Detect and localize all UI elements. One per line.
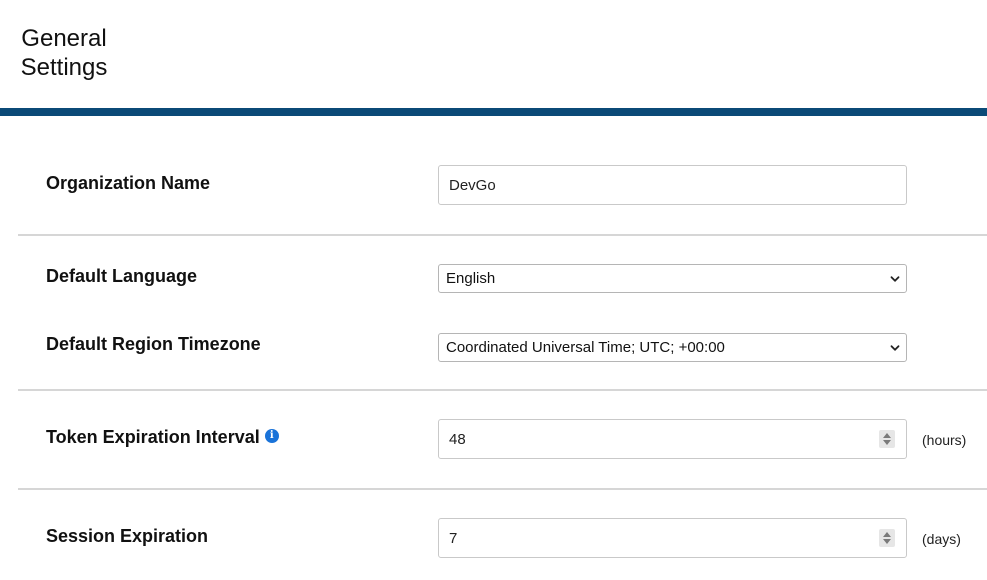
session-expiration-label-text: Session Expiration [46, 526, 209, 546]
token-expiration-interval-value: 48 [449, 430, 466, 448]
decrement-arrow-icon[interactable] [883, 440, 891, 445]
number-stepper[interactable] [879, 430, 895, 448]
default-region-timezone-selected-value: Coordinated Universal Time; UTC; +00:00 [446, 339, 725, 356]
section-divider [18, 488, 987, 490]
increment-arrow-icon[interactable] [883, 532, 891, 537]
default-language-select[interactable]: English [438, 264, 907, 293]
organization-name-value: DevGo [449, 176, 496, 194]
chevron-down-icon [890, 344, 900, 351]
page-title: General Settings [9, 24, 119, 82]
default-language-selected-value: English [446, 270, 496, 287]
token-expiration-interval-label-text: Token Expiration Interval [46, 427, 260, 447]
section-divider [18, 389, 987, 391]
organization-name-label: Organization Name [46, 173, 210, 194]
chevron-down-icon [890, 275, 900, 282]
info-icon[interactable]: i [264, 428, 279, 443]
default-region-timezone-label-text: Default Region Timezone [46, 334, 261, 354]
session-expiration-unit: (days) [922, 531, 961, 547]
token-expiration-interval-label: Token Expiration Interval i [46, 427, 279, 448]
section-divider [18, 234, 987, 236]
header-divider-bar [0, 108, 987, 116]
default-language-label: Default Language [46, 266, 197, 287]
default-region-timezone-select[interactable]: Coordinated Universal Time; UTC; +00:00 [438, 333, 907, 362]
default-region-timezone-label: Default Region Timezone [46, 334, 261, 355]
organization-name-input[interactable]: DevGo [438, 165, 907, 205]
default-language-label-text: Default Language [46, 266, 198, 286]
token-expiration-interval-input[interactable]: 48 [438, 419, 907, 459]
session-expiration-label: Session Expiration [46, 526, 208, 547]
page-title-line-2: Settings [20, 54, 108, 81]
token-expiration-unit: (hours) [922, 432, 967, 448]
number-stepper[interactable] [879, 529, 895, 547]
session-expiration-input[interactable]: 7 [438, 518, 907, 558]
session-expiration-value: 7 [449, 529, 458, 547]
page-title-line-1: General [21, 25, 107, 52]
increment-arrow-icon[interactable] [883, 433, 891, 438]
decrement-arrow-icon[interactable] [883, 539, 891, 544]
organization-name-label-text: Organization Name [46, 173, 211, 193]
